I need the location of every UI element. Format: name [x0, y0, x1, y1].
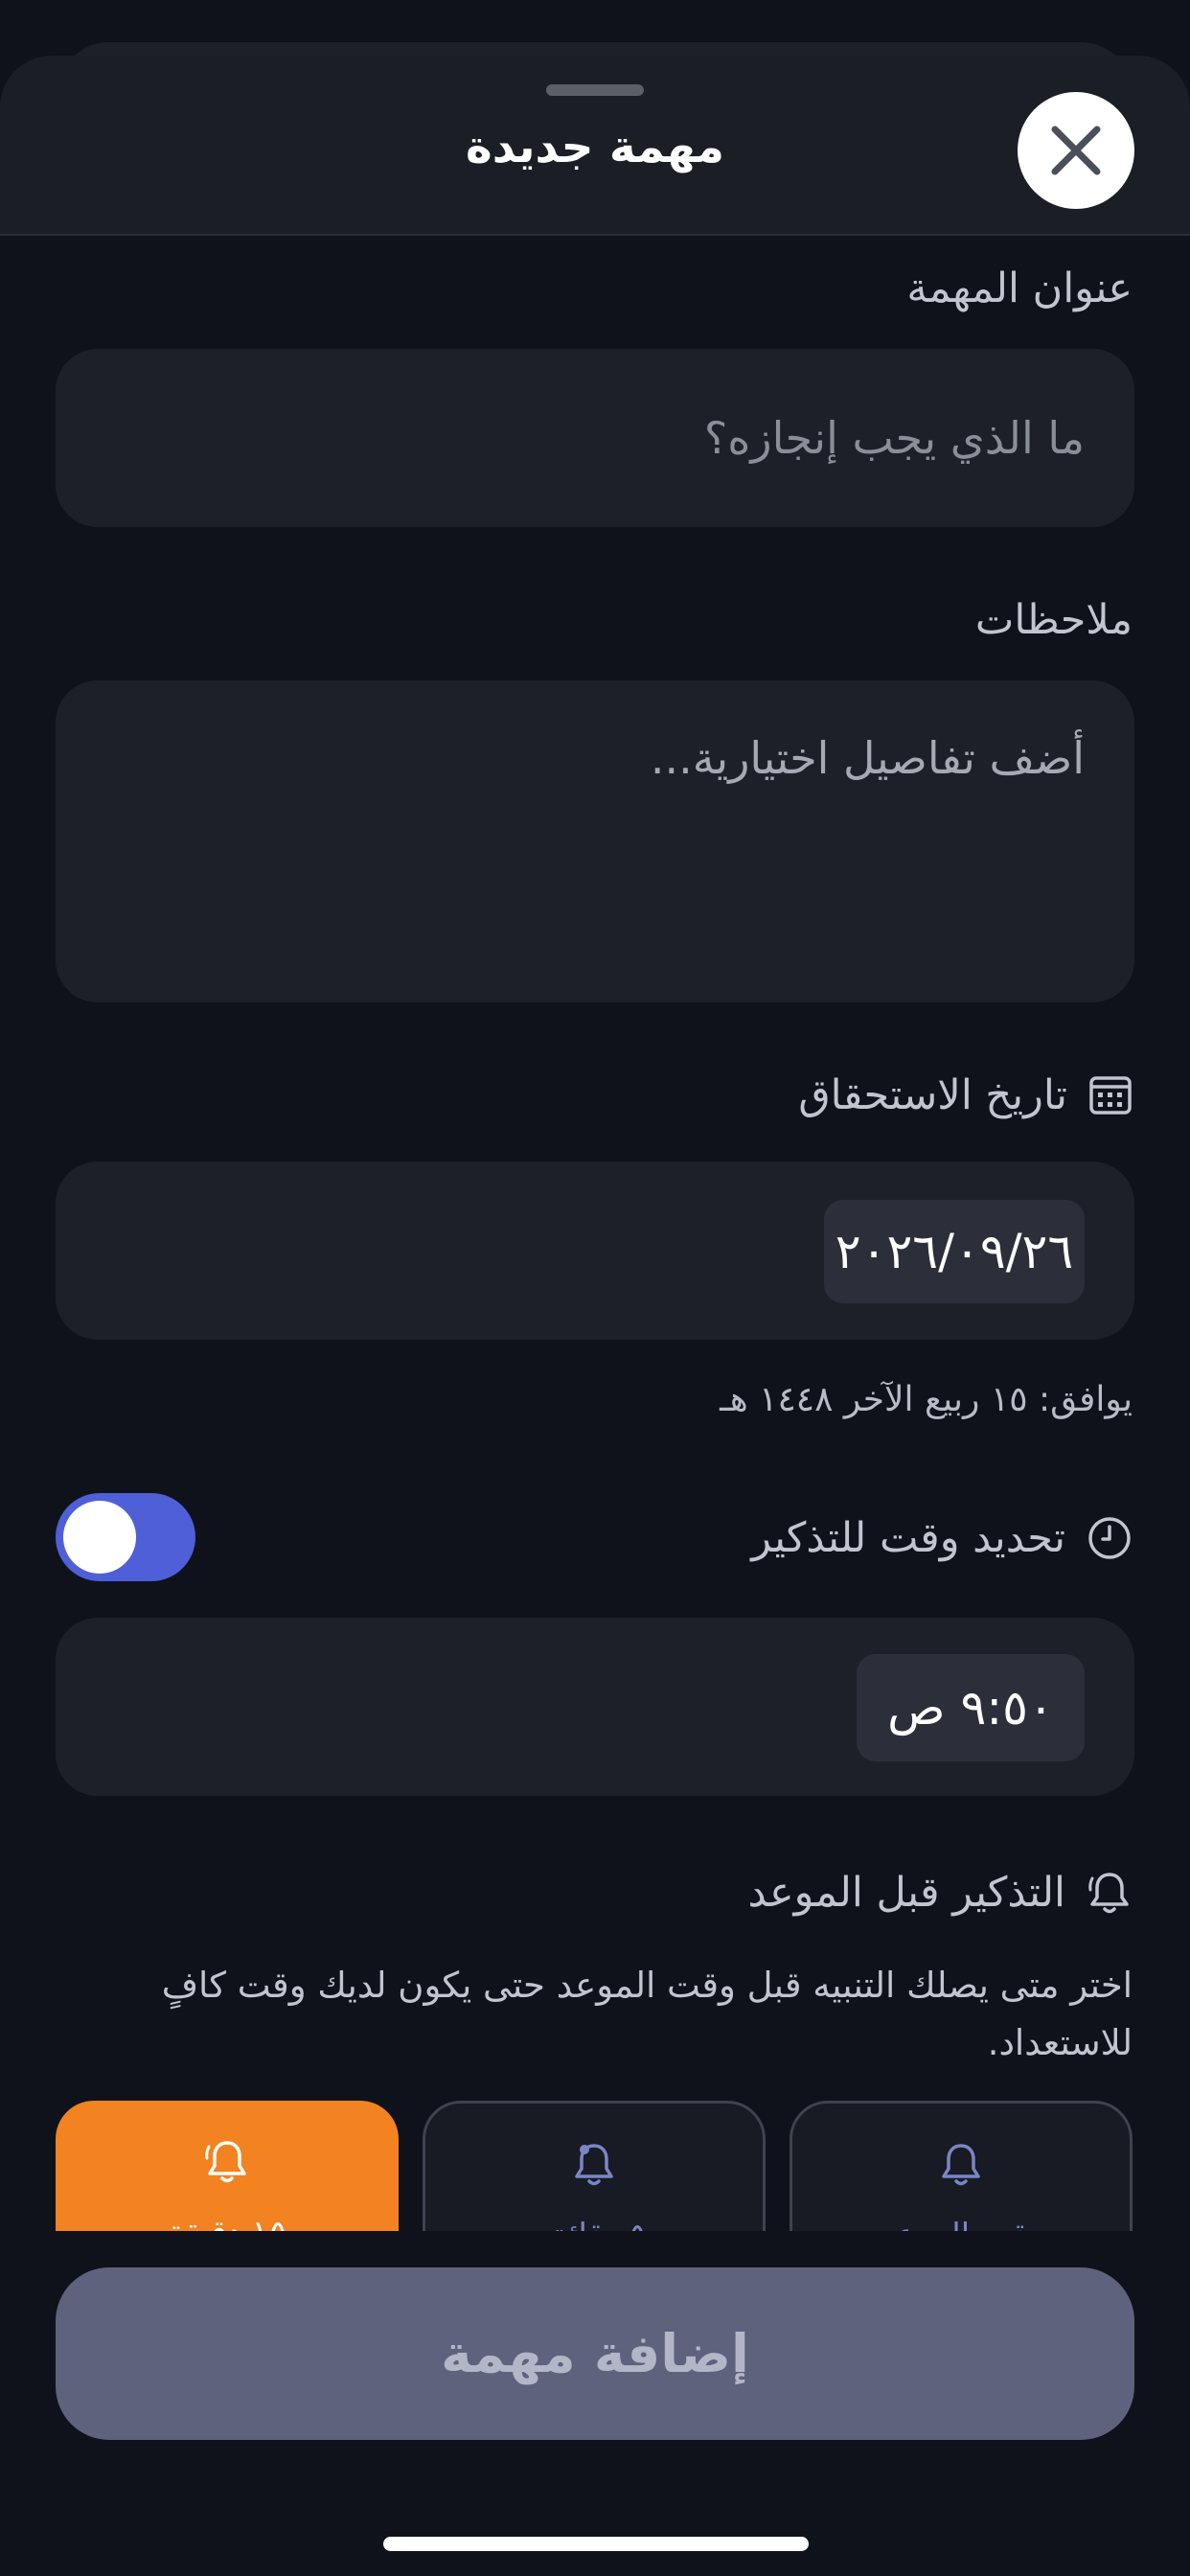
close-icon [1051, 126, 1101, 175]
due-date-field: ٢٠٢٦/٠٩/٢٦ [56, 1162, 1134, 1340]
page-title: مهمة جديدة [465, 121, 725, 173]
add-task-button[interactable]: إضافة مهمة [56, 2267, 1134, 2440]
reminder-time-label: تحديد وقت للتذكير [751, 1514, 1065, 1562]
bell-ring-icon [205, 2141, 246, 2183]
reminder-option-5-min[interactable]: ٥ دقائق [423, 2101, 766, 2231]
close-button[interactable] [1018, 92, 1134, 209]
sheet-header: مهمة جديدة [0, 56, 1190, 236]
calendar-icon [1089, 1076, 1132, 1115]
due-date-label-row: تاريخ الاستحقاق [798, 1071, 1133, 1119]
reminder-option-label: وقت الموعد [792, 2217, 1130, 2231]
reminder-option-label: ٥ دقائق [425, 2217, 763, 2231]
bell-alert-icon [1088, 1873, 1129, 1914]
reminder-before-label-row: التذكير قبل الموعد [747, 1869, 1133, 1917]
reminder-time-label-row: تحديد وقت للتذكير [751, 1514, 1133, 1562]
task-title-label: عنوان المهمة [906, 264, 1133, 312]
notes-textarea[interactable]: أضف تفاصيل اختيارية... [56, 680, 1134, 1002]
reminder-option-15-min[interactable]: ١٥ دقيقة [56, 2101, 399, 2231]
reminder-option-label: ١٥ دقيقة [56, 2214, 399, 2231]
bell-dot-icon [575, 2144, 613, 2186]
home-indicator[interactable] [383, 2537, 809, 2551]
notes-label: ملاحظات [974, 596, 1133, 644]
bell-icon [942, 2144, 980, 2186]
task-title-placeholder: ما الذي يجب إنجازه؟ [703, 412, 1085, 464]
hijri-date-hint: يوافق: ١٥ ربيع الآخر ١٤٤٨ هـ [720, 1380, 1133, 1419]
reminder-time-toggle[interactable] [56, 1493, 195, 1581]
notes-placeholder: أضف تفاصيل اختيارية... [650, 732, 1085, 784]
reminder-option-at-time[interactable]: وقت الموعد [790, 2101, 1133, 2231]
due-date-label: تاريخ الاستحقاق [798, 1071, 1067, 1119]
due-date-picker[interactable]: ٢٠٢٦/٠٩/٢٦ [824, 1200, 1085, 1303]
reminder-time-picker[interactable]: ٩:٥٠ ص [857, 1654, 1085, 1761]
reminder-time-field: ٩:٥٠ ص [56, 1618, 1134, 1796]
clock-icon [1088, 1517, 1131, 1559]
reminder-options: وقت الموعد ٥ دقائق ١٥ دقيقة [0, 2101, 1190, 2231]
reminder-before-label: التذكير قبل الموعد [747, 1869, 1065, 1917]
task-title-input[interactable]: ما الذي يجب إنجازه؟ [56, 349, 1134, 527]
toggle-knob [63, 1501, 136, 1574]
sheet-grabber[interactable] [546, 84, 644, 96]
reminder-before-description: اختر متى يصلك التنبيه قبل وقت الموعد حتى… [161, 1965, 1133, 2063]
